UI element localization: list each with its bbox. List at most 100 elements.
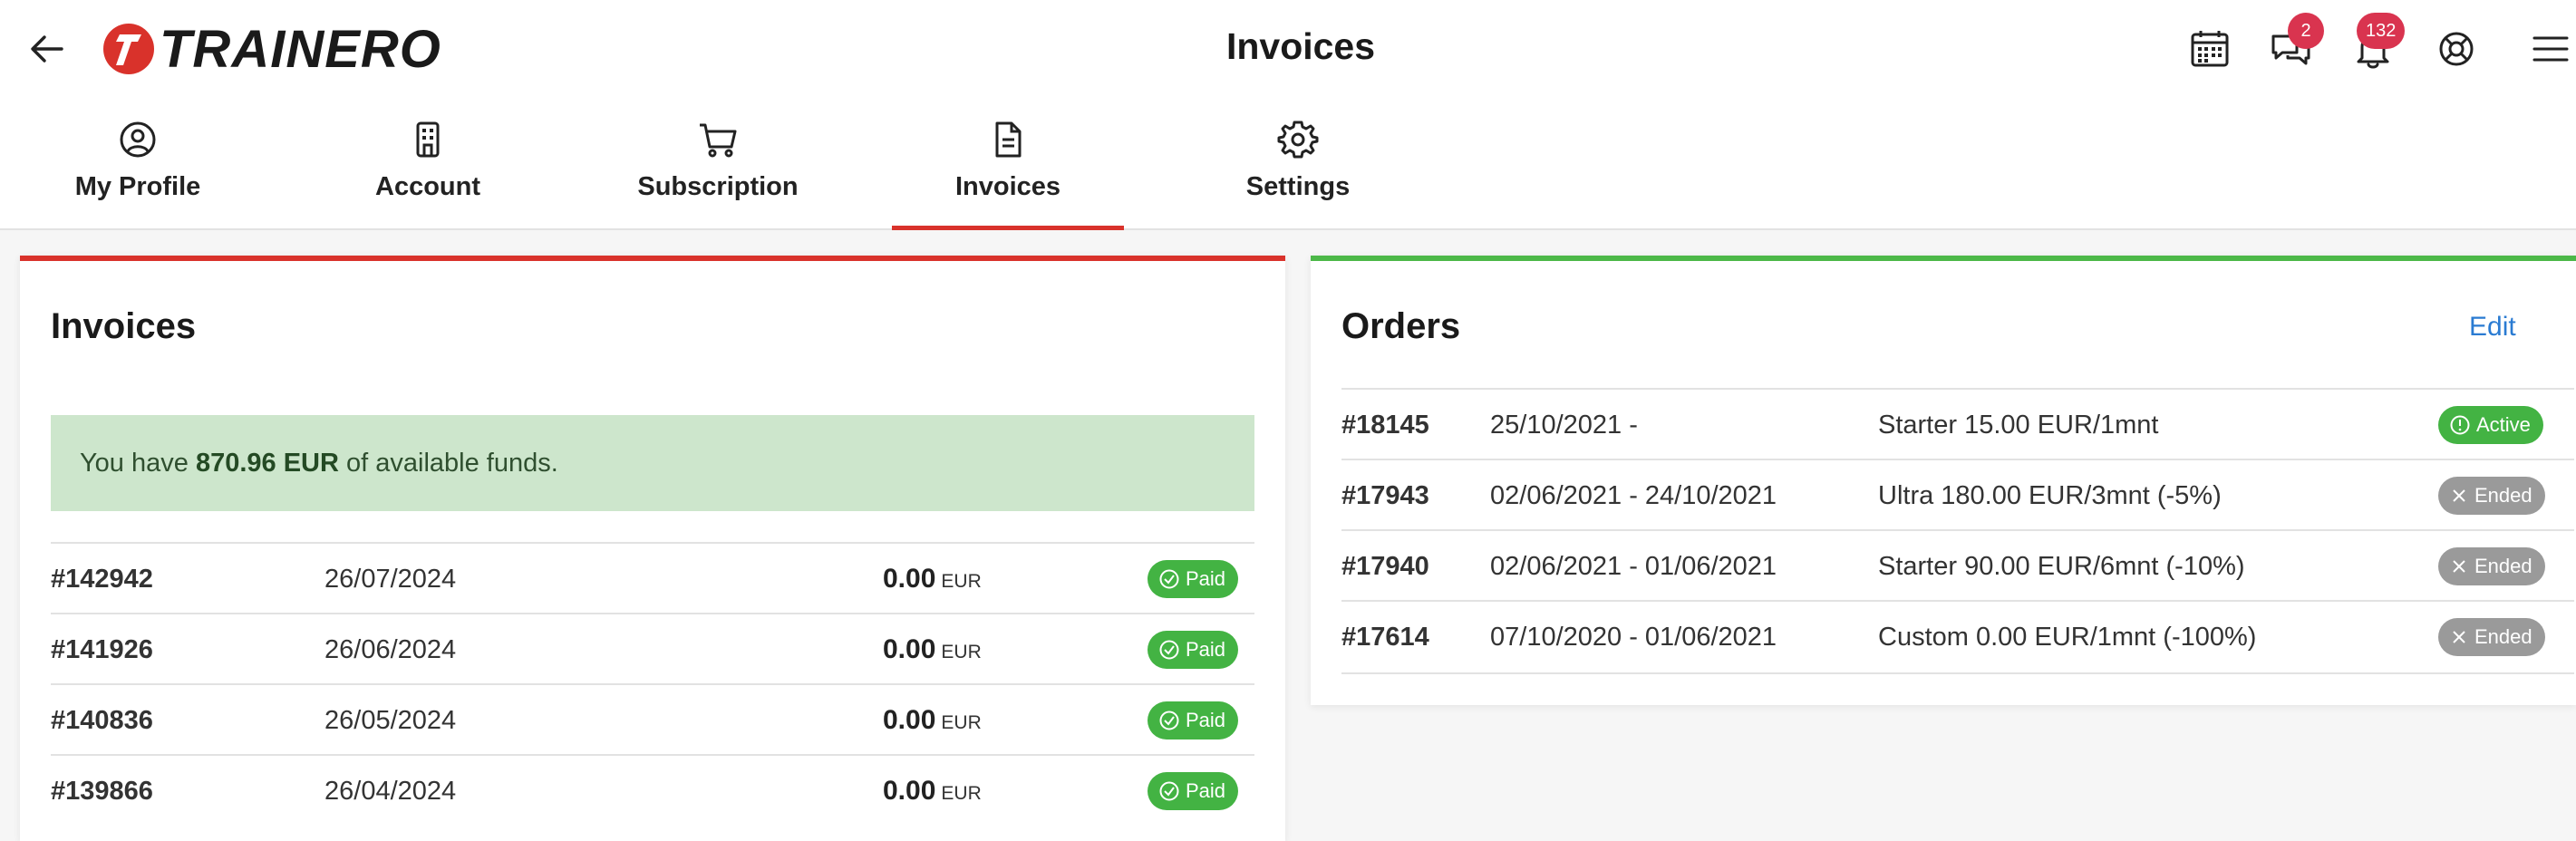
status-label: Ended [2474,625,2532,648]
amount-currency: EUR [941,783,982,804]
invoice-id[interactable]: #141926 [51,614,153,685]
status-label: Paid [1186,567,1226,590]
invoices-title: Invoices [51,306,197,346]
order-period: 07/10/2020 - 01/06/2021 [1490,623,1777,652]
orders-card: Orders Edit #18145 25/10/2021 - Starter … [1311,256,2576,705]
tab-label: Account [375,172,480,201]
status-label: Paid [1186,779,1226,802]
order-id[interactable]: #18145 [1341,390,1429,460]
tab-my-profile[interactable]: My Profile [22,116,254,228]
status-badge: Active [2438,406,2543,444]
menu-icon[interactable] [2525,24,2576,74]
tab-label: Settings [1245,172,1351,201]
close-icon [2453,560,2465,573]
order-period: 02/06/2021 - 01/06/2021 [1490,552,1777,581]
brand-name: TRAINERO [160,19,441,79]
status-label: Ended [2474,555,2532,577]
calendar-icon[interactable] [2184,24,2235,74]
order-plan: Ultra 180.00 EUR/3mnt (-5%) [1878,481,2222,510]
invoice-amount: 0.00 EUR [883,685,982,759]
table-row[interactable]: #139866 26/04/2024 0.00 EUR Paid [51,754,1254,826]
order-plan: Starter 90.00 EUR/6mnt (-10%) [1878,552,2245,581]
order-id[interactable]: #17943 [1341,460,1429,531]
status-badge: Paid [1148,631,1239,669]
check-circle-icon [1159,640,1179,660]
invoice-date: 26/06/2024 [324,635,457,664]
amount-value: 0.00 [883,705,936,735]
table-row[interactable]: #17943 02/06/2021 - 24/10/2021 Ultra 180… [1341,459,2574,531]
order-id[interactable]: #17940 [1341,531,1429,602]
status-label: Paid [1186,709,1226,731]
user-circle-icon [120,121,156,158]
tab-label: My Profile [74,172,201,201]
table-row[interactable]: #17940 02/06/2021 - 01/06/2021 Starter 9… [1341,529,2574,602]
funds-amount: 870.96 EUR [195,449,339,478]
available-funds-banner: You have 870.96 EUR of available funds. [51,415,1254,511]
invoice-amount: 0.00 EUR [883,756,982,829]
invoices-card: Invoices You have 870.96 EUR of availabl… [20,256,1285,841]
page-title: Invoices [1225,25,1376,67]
funds-suffix: of available funds. [346,449,558,478]
status-label: Paid [1186,638,1226,661]
building-icon [416,121,440,158]
amount-value: 0.00 [883,564,936,594]
edit-orders-link[interactable]: Edit [2469,312,2516,343]
order-period: 02/06/2021 - 24/10/2021 [1490,481,1777,510]
status-label: Ended [2474,484,2532,507]
invoice-id[interactable]: #142942 [51,544,153,614]
invoice-date: 26/05/2024 [324,706,457,735]
table-row[interactable]: #140836 26/05/2024 0.00 EUR Paid [51,683,1254,756]
notifications-badge: 132 [2357,13,2406,49]
invoice-id[interactable]: #140836 [51,685,153,756]
tab-invoices[interactable]: Invoices [892,116,1124,230]
orders-title: Orders [1341,306,1461,346]
tab-label: Invoices [954,172,1061,201]
amount-value: 0.00 [883,776,936,806]
order-id[interactable]: #17614 [1341,602,1429,672]
close-icon [2453,489,2465,502]
table-row[interactable]: #18145 25/10/2021 - Starter 15.00 EUR/1m… [1341,388,2574,460]
top-bar: TRAINERO Invoices 2 132 My Profile Accou… [0,0,2576,230]
back-arrow-icon[interactable] [25,27,69,71]
status-badge: Ended [2438,618,2545,656]
trainero-logo-icon [103,24,154,74]
status-label: Active [2476,413,2531,436]
invoice-amount: 0.00 EUR [883,544,982,617]
document-icon [995,121,1022,158]
invoice-amount: 0.00 EUR [883,614,982,688]
gear-icon [1277,121,1319,159]
amount-currency: EUR [941,571,982,592]
order-plan: Custom 0.00 EUR/1mnt (-100%) [1878,623,2257,652]
logo[interactable]: TRAINERO [102,20,441,79]
order-period: 25/10/2021 - [1490,411,1638,440]
close-icon [2453,631,2465,643]
status-badge: Paid [1148,701,1239,740]
amount-currency: EUR [941,712,982,733]
table-row[interactable]: #142942 26/07/2024 0.00 EUR Paid [51,542,1254,614]
tab-settings[interactable]: Settings [1182,116,1414,228]
tab-account[interactable]: Account [312,116,544,228]
funds-prefix: You have [80,449,189,478]
table-row[interactable]: #141926 26/06/2024 0.00 EUR Paid [51,613,1254,685]
status-badge: Ended [2438,547,2545,585]
order-plan: Starter 15.00 EUR/1mnt [1878,411,2159,440]
table-row[interactable]: #17614 07/10/2020 - 01/06/2021 Custom 0.… [1341,600,2574,674]
invoice-id[interactable]: #139866 [51,756,153,826]
invoice-date: 26/07/2024 [324,565,457,594]
status-badge: Ended [2438,477,2545,515]
cart-icon [700,123,737,158]
info-circle-icon [2450,415,2470,435]
messages-badge: 2 [2288,13,2324,49]
tab-bar: My Profile Account Subscription Invoices… [0,116,1450,230]
invoice-date: 26/04/2024 [324,777,457,806]
check-circle-icon [1159,710,1179,730]
tab-subscription[interactable]: Subscription [602,116,834,228]
status-badge: Paid [1148,772,1239,810]
check-circle-icon [1159,569,1179,589]
status-badge: Paid [1148,560,1239,598]
tab-label: Subscription [637,172,799,201]
check-circle-icon [1159,781,1179,801]
amount-value: 0.00 [883,634,936,664]
amount-currency: EUR [941,642,982,662]
help-icon[interactable] [2431,24,2482,74]
